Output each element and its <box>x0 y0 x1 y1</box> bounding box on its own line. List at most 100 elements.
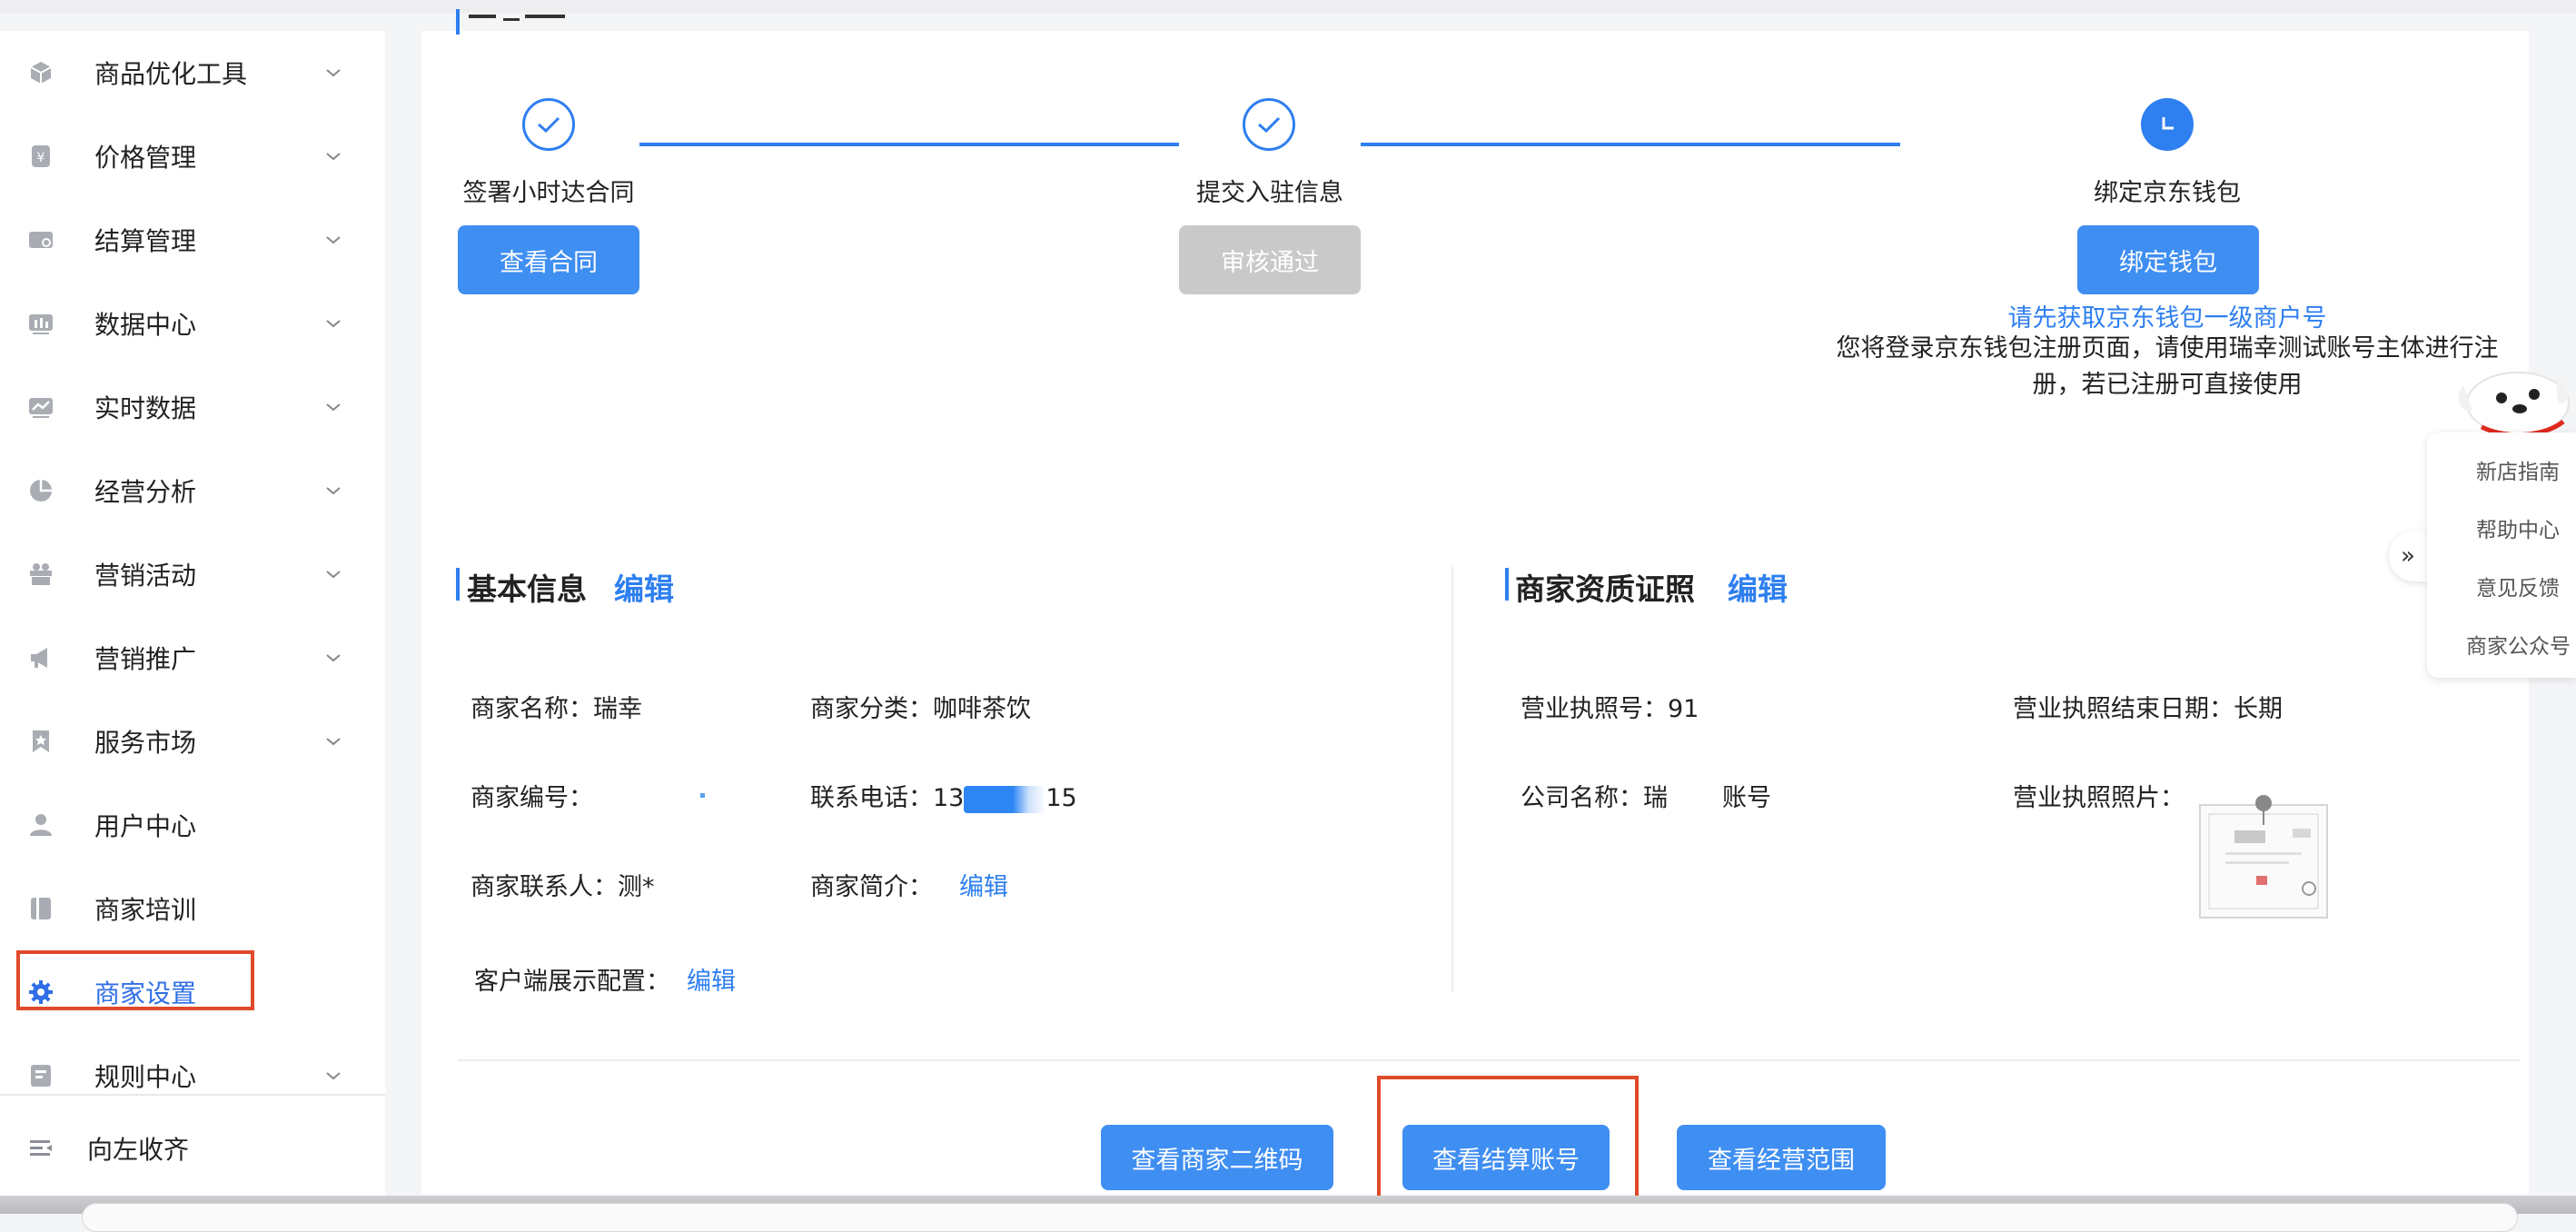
sidebar-item-label: 服务市场 <box>94 728 197 758</box>
line-chart-icon <box>25 392 56 422</box>
step-3-label: 绑定京东钱包 <box>2094 179 2241 207</box>
intro-field: 商家简介： <box>810 867 933 902</box>
chevron-down-icon[interactable] <box>323 63 343 83</box>
section-bar <box>1505 568 1509 601</box>
sidebar-item-marketing-promotion[interactable]: 营销推广 <box>0 616 385 700</box>
redaction-dot <box>700 793 705 798</box>
chevron-down-icon[interactable] <box>323 1066 343 1086</box>
company-prefix: 瑞 <box>1643 784 1668 812</box>
contact-field: 商家联系人：测* <box>471 867 655 902</box>
sidebar-item-data-center[interactable]: 数据中心 <box>0 282 385 365</box>
top-strip <box>0 0 2576 13</box>
display-config-label: 客户端展示配置： <box>474 968 670 996</box>
chevron-down-icon[interactable] <box>323 731 343 751</box>
license-photo-field: 营业执照照片： <box>2013 778 2185 813</box>
wallet-merchant-no-link[interactable]: 请先获取京东钱包一级商户号 <box>2008 298 2327 333</box>
merchant-name-value: 瑞幸 <box>593 695 642 723</box>
review-passed-button: 审核通过 <box>1179 225 1361 294</box>
merchant-category-field: 商家分类：咖啡茶饮 <box>810 689 1031 724</box>
bookmark-star-icon <box>25 726 56 757</box>
step-connector-1 <box>639 143 1179 146</box>
license-title: 商家资质证照 <box>1515 571 1695 607</box>
sidebar-divider <box>0 1094 385 1096</box>
sidebar-item-service-market[interactable]: 服务市场 <box>0 700 385 783</box>
chevron-down-icon[interactable] <box>323 397 343 417</box>
view-business-scope-button[interactable]: 查看经营范围 <box>1677 1125 1886 1190</box>
sidebar-item-user-center[interactable]: 用户中心 <box>0 783 385 867</box>
step-2-label: 提交入驻信息 <box>1196 179 1343 207</box>
new-store-guide-link[interactable]: 新店指南 <box>2476 454 2560 485</box>
license-edit-link[interactable]: 编辑 <box>1728 565 1788 609</box>
megaphone-icon <box>25 642 56 673</box>
license-no-label: 营业执照号： <box>1521 695 1668 723</box>
sidebar-item-label: 商品优化工具 <box>94 59 248 89</box>
license-end-field: 营业执照结束日期：长期 <box>2013 689 2283 724</box>
license-end-value: 长期 <box>2234 695 2283 723</box>
sidebar-item-business-analysis[interactable]: 经营分析 <box>0 449 385 532</box>
collapse-sidebar-button[interactable]: 向左收齐 <box>0 1107 385 1190</box>
basic-info-edit-link[interactable]: 编辑 <box>614 565 674 609</box>
company-label: 公司名称： <box>1521 784 1643 812</box>
category-value: 咖啡茶饮 <box>933 695 1031 723</box>
company-field: 公司名称：瑞 账号 <box>1521 778 1771 813</box>
section-divider <box>458 1059 2520 1061</box>
phone-prefix: 13 <box>933 784 965 812</box>
sidebar-item-product-tools[interactable]: 商品优化工具 <box>0 31 385 114</box>
sidebar-item-settlement[interactable]: 结算管理 <box>0 198 385 282</box>
license-no-value: 91 <box>1668 695 1699 723</box>
sidebar-item-label: 商家培训 <box>94 895 197 925</box>
sidebar-item-label: 营销活动 <box>94 561 197 591</box>
chevron-down-icon[interactable] <box>323 230 343 250</box>
step-2-check-icon <box>1243 98 1295 151</box>
gift-icon <box>25 559 56 590</box>
pie-chart-icon <box>25 475 56 506</box>
sidebar-item-merchant-training[interactable]: 商家培训 <box>0 867 385 950</box>
sidebar-item-label: 经营分析 <box>94 477 197 507</box>
sidebar: 商品优化工具 ¥ 价格管理 结算管理 数据中心 实时数据 经营分析 营销活动 营… <box>0 31 385 1203</box>
chevron-down-icon[interactable] <box>323 146 343 166</box>
intro-label: 商家简介： <box>810 873 933 901</box>
intro-edit-link-wrap: 编辑 <box>959 867 1008 902</box>
license-end-label: 营业执照结束日期： <box>2013 695 2234 723</box>
company-suffix: 账号 <box>1722 784 1771 812</box>
license-no-field: 营业执照号：91 <box>1521 689 1699 724</box>
sidebar-item-rules-center[interactable]: 规则中心 <box>0 1034 385 1118</box>
chevron-down-icon[interactable] <box>323 313 343 333</box>
bottom-bar <box>82 1203 2518 1232</box>
step-1-label: 签署小时达合同 <box>462 179 635 207</box>
svg-text:¥: ¥ <box>37 151 45 165</box>
mascot-dog-icon[interactable] <box>2445 358 2576 438</box>
contact-label: 商家联系人： <box>471 873 618 901</box>
chevron-down-icon[interactable] <box>323 481 343 501</box>
help-center-link[interactable]: 帮助中心 <box>2476 512 2560 543</box>
step-1-check-icon <box>522 98 575 151</box>
bind-wallet-button[interactable]: 绑定钱包 <box>2077 225 2259 294</box>
chevron-down-icon[interactable] <box>323 564 343 584</box>
view-contract-button[interactable]: 查看合同 <box>458 225 639 294</box>
license-photo-thumbnail[interactable] <box>2198 792 2329 919</box>
view-qrcode-button[interactable]: 查看商家二维码 <box>1101 1125 1333 1190</box>
sidebar-item-price[interactable]: ¥ 价格管理 <box>0 114 385 198</box>
wallet-note-line2: 册，若已注册可直接使用 <box>2032 371 2303 399</box>
phone-field: 联系电话：13 15 <box>810 778 1077 813</box>
intro-edit-link[interactable]: 编辑 <box>959 873 1008 901</box>
sidebar-item-marketing-activity[interactable]: 营销活动 <box>0 532 385 616</box>
price-tag-icon: ¥ <box>25 141 56 172</box>
step-connector-2 <box>1361 143 1900 146</box>
feedback-link[interactable]: 意见反馈 <box>2476 571 2560 601</box>
phone-redaction <box>964 785 1046 813</box>
wallet-note: 您将登录京东钱包注册页面，请使用瑞幸测试账号主体进行注 册，若已注册可直接使用 <box>1822 331 2512 403</box>
official-account-link[interactable]: 商家公众号 <box>2466 629 2571 660</box>
category-label: 商家分类： <box>810 695 933 723</box>
sidebar-item-label: 实时数据 <box>94 393 197 423</box>
sidebar-item-label: 数据中心 <box>94 310 197 340</box>
chevron-down-icon[interactable] <box>323 648 343 668</box>
merchant-name-label: 商家名称： <box>471 695 593 723</box>
highlight-settlement-button <box>1377 1076 1639 1203</box>
sidebar-item-realtime-data[interactable]: 实时数据 <box>0 365 385 449</box>
cut-off-section-title <box>456 0 565 36</box>
display-config-edit-link[interactable]: 编辑 <box>687 968 736 996</box>
sidebar-item-label: 价格管理 <box>94 143 197 173</box>
basic-info-title: 基本信息 <box>467 571 587 607</box>
settlement-icon <box>25 224 56 255</box>
